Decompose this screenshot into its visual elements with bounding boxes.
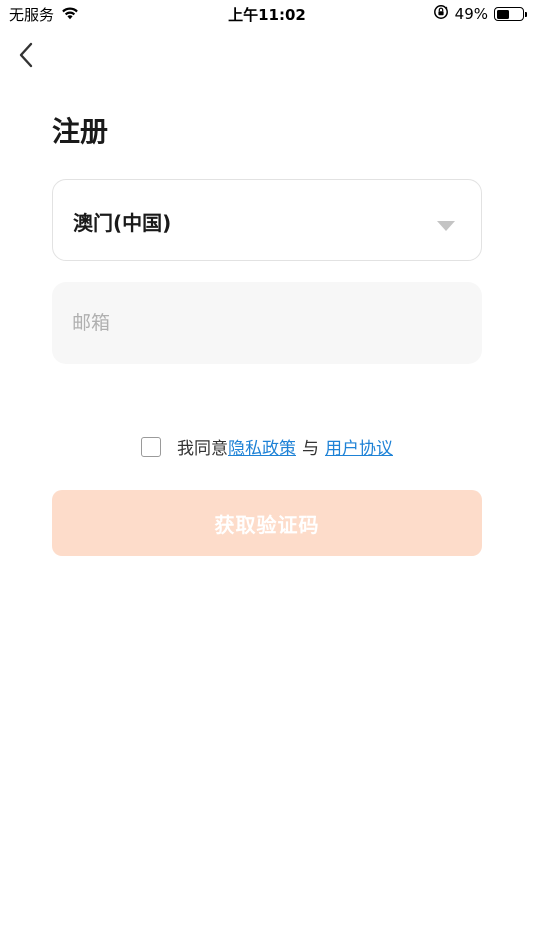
battery-icon [494, 7, 527, 21]
chevron-left-icon [19, 42, 33, 68]
back-button[interactable] [10, 38, 42, 72]
email-input[interactable] [72, 282, 462, 364]
battery-cap [525, 11, 527, 17]
privacy-policy-link[interactable]: 隐私政策 [228, 434, 296, 459]
get-verification-code-button[interactable]: 获取验证码 [52, 490, 482, 556]
region-value: 澳门(中国) [73, 211, 172, 235]
user-agreement-link[interactable]: 用户协议 [325, 434, 393, 459]
status-right: 49% [433, 4, 527, 24]
agreement-row: 我同意 隐私政策 与 用户协议 [0, 434, 534, 459]
battery-fill [496, 9, 509, 19]
status-bar: 无服务 上午11:02 49% [0, 0, 534, 28]
region-select[interactable]: 澳门(中国) [52, 179, 482, 261]
caret-down-icon [437, 216, 455, 235]
agreement-checkbox[interactable] [141, 436, 161, 457]
page-title: 注册 [52, 115, 109, 148]
register-screen: 无服务 上午11:02 49% 注册 澳门(中国) 邮箱 我同意 隐私政策 与 … [0, 0, 534, 950]
orientation-lock-icon [433, 4, 449, 24]
email-field-container [52, 282, 482, 364]
agreement-separator: 与 [302, 439, 319, 459]
agreement-prefix: 我同意 [177, 439, 228, 459]
battery-percent: 49% [454, 5, 488, 23]
